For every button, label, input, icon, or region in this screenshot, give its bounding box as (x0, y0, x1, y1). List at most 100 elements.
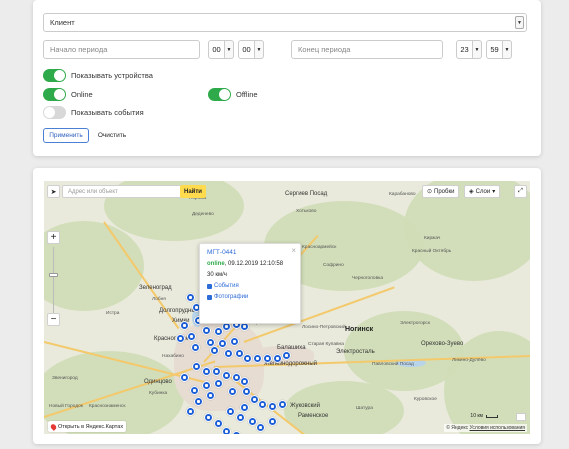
device-marker[interactable] (218, 339, 227, 348)
device-title[interactable]: МГТ-0441 (207, 249, 293, 256)
zoom-handle[interactable] (49, 273, 58, 277)
status-timestamp: , 09.12.2019 12:10:58 (224, 261, 284, 267)
period-start-placeholder: Начало периода (50, 45, 108, 54)
device-marker[interactable] (236, 413, 245, 422)
device-marker[interactable] (194, 397, 203, 406)
device-marker[interactable] (222, 427, 231, 434)
device-marker[interactable] (228, 387, 237, 396)
device-marker[interactable] (240, 403, 249, 412)
device-marker[interactable] (242, 387, 251, 396)
device-marker[interactable] (278, 400, 287, 409)
terms-link[interactable]: Условия использования (470, 425, 526, 431)
map-find-button[interactable]: Найти (180, 185, 206, 198)
start-hour-select[interactable]: 00 ▼ (208, 40, 234, 59)
device-marker[interactable] (206, 391, 215, 400)
close-icon[interactable]: × (291, 246, 296, 255)
device-marker[interactable] (268, 402, 277, 411)
photos-link-label: Фотографии (214, 294, 249, 300)
device-marker[interactable] (222, 371, 231, 380)
device-marker[interactable] (214, 379, 223, 388)
device-marker[interactable] (214, 419, 223, 428)
device-marker[interactable] (186, 293, 195, 302)
offline-toggle[interactable] (208, 88, 231, 101)
map-panel: Сергиев Посад Карабаново Яхрома Деденево… (33, 168, 541, 444)
device-marker[interactable] (258, 400, 267, 409)
filter-panel: Клиент ▼ Начало периода 00 ▼ 00 ▼ Конец … (33, 0, 541, 156)
device-marker[interactable] (192, 362, 201, 371)
events-icon (207, 283, 212, 289)
map-label: Шатура (356, 406, 373, 411)
end-hour-select[interactable]: 23 ▼ (456, 40, 482, 59)
chevron-down-icon: ▼ (473, 40, 482, 59)
device-marker[interactable] (180, 373, 189, 382)
show-devices-toggle[interactable] (43, 69, 66, 82)
device-marker[interactable] (202, 381, 211, 390)
device-marker[interactable] (212, 367, 221, 376)
fullscreen-icon[interactable]: ⤢ (514, 185, 527, 198)
device-marker[interactable] (204, 413, 213, 422)
device-marker[interactable] (243, 354, 252, 363)
map-label: Лосино-Петровский (302, 325, 346, 330)
map-view[interactable]: Сергиев Посад Карабаново Яхрома Деденево… (44, 181, 530, 434)
device-marker[interactable] (263, 354, 272, 363)
layers-button[interactable]: ◈ Слои ▾ (464, 185, 501, 198)
device-marker[interactable] (191, 343, 200, 352)
device-marker[interactable] (282, 351, 291, 360)
map-label: Лобня (152, 297, 166, 302)
period-end-placeholder: Конец периода (298, 45, 351, 54)
photos-link[interactable]: Фотографии (207, 294, 293, 300)
device-marker[interactable] (256, 423, 265, 432)
map-label: Кубинка (149, 391, 168, 396)
device-marker[interactable] (253, 354, 262, 363)
zoom-in-button[interactable]: + (47, 231, 60, 244)
geolocation-icon[interactable]: ➤ (47, 185, 60, 198)
traffic-button[interactable]: ⊙ Пробки (422, 185, 460, 198)
device-status: online, 09.12.2019 12:10:58 (207, 261, 293, 267)
device-popup: × МГТ-0441 online, 09.12.2019 12:10:58 3… (199, 243, 301, 324)
device-marker[interactable] (210, 346, 219, 355)
zoom-track[interactable] (53, 247, 54, 317)
period-start-input[interactable]: Начало периода (43, 40, 200, 59)
device-marker[interactable] (232, 431, 241, 434)
device-marker[interactable] (180, 321, 189, 330)
open-in-yandex-link[interactable]: Открыть в Яндекс.Картах (48, 421, 127, 432)
map-label: Красный Октябрь (412, 249, 452, 254)
chevron-down-icon: ▼ (225, 40, 234, 59)
device-marker[interactable] (240, 377, 249, 386)
device-marker[interactable] (187, 332, 196, 341)
chevron-down-icon: ▼ (503, 40, 512, 59)
map-label: Железнодорожный (264, 361, 318, 367)
period-end-input[interactable]: Конец периода (291, 40, 443, 59)
map-search-placeholder: Адрес или объект (68, 188, 118, 195)
device-marker[interactable] (202, 367, 211, 376)
clear-button[interactable]: Очистить (93, 128, 131, 143)
device-marker[interactable] (226, 407, 235, 416)
end-minute-select[interactable]: 59 ▼ (486, 40, 512, 59)
offline-label: Offline (236, 90, 258, 99)
device-marker[interactable] (268, 417, 277, 426)
photos-icon (207, 294, 212, 300)
scale-line (486, 414, 498, 418)
map-label: Ликино-Дулёво (452, 358, 486, 363)
device-marker[interactable] (176, 334, 185, 343)
device-marker[interactable] (190, 386, 199, 395)
map-label: Деденево (192, 212, 214, 217)
events-link[interactable]: События (207, 283, 293, 289)
device-marker[interactable] (224, 349, 233, 358)
device-marker[interactable] (202, 326, 211, 335)
map-label: Карабаново (389, 192, 416, 197)
apply-button[interactable]: Применить (43, 128, 89, 143)
show-events-toggle[interactable] (43, 106, 66, 119)
start-minute-select[interactable]: 00 ▼ (238, 40, 264, 59)
device-marker[interactable] (186, 407, 195, 416)
map-label: Павловский Посад (372, 362, 414, 367)
map-label: Краснознаменск (89, 404, 126, 409)
online-toggle[interactable] (43, 88, 66, 101)
ruler-icon[interactable] (516, 413, 526, 421)
map-label: Орехово-Зуево (421, 341, 464, 347)
device-marker[interactable] (273, 354, 282, 363)
map-label: Хотьково (296, 209, 317, 214)
client-select[interactable]: Клиент ▼ (43, 13, 527, 32)
device-marker[interactable] (230, 337, 239, 346)
zoom-out-button[interactable]: − (47, 313, 60, 326)
